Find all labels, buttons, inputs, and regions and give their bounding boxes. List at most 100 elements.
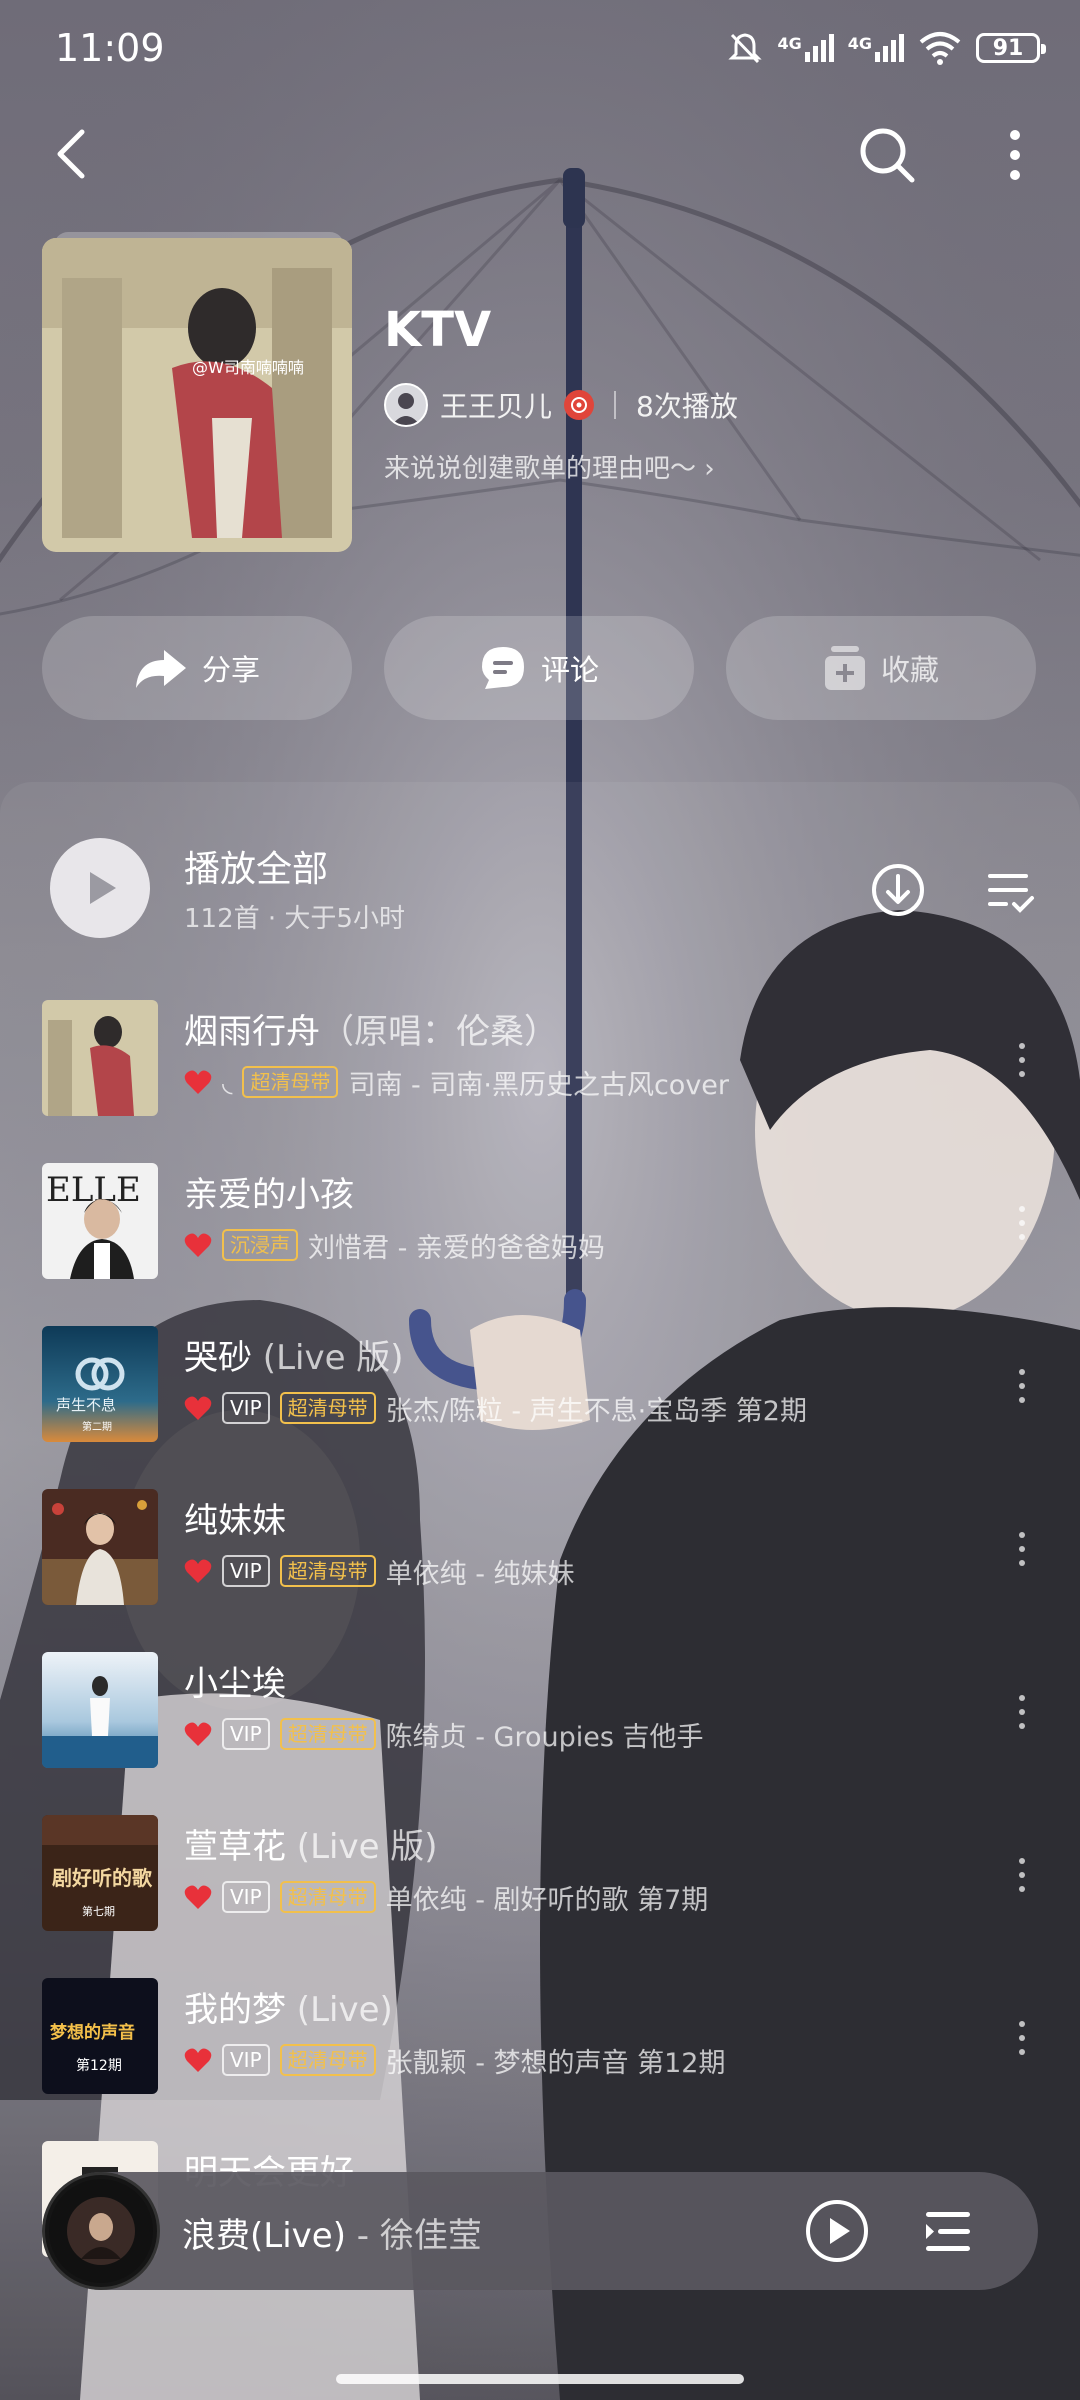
status-time: 11:09 bbox=[55, 26, 165, 70]
music-badge-icon bbox=[564, 390, 595, 420]
song-meta: VIP 超清母带 张靓颖 - 梦想的声音 第12期 bbox=[184, 2040, 726, 2080]
mini-play-icon[interactable] bbox=[804, 2198, 870, 2264]
mini-player[interactable]: 浪费(Live) - 徐佳莹 bbox=[42, 2172, 1038, 2290]
song-meta: 沉浸声 刘惜君 - 亲爱的爸爸妈妈 bbox=[184, 1225, 605, 1265]
now-playing-title: 浪费(Live) - 徐佳莹 bbox=[182, 2208, 482, 2257]
play-all-button[interactable] bbox=[50, 838, 150, 938]
song-version: (Live 版) bbox=[286, 1827, 438, 1867]
collect-label: 收藏 bbox=[880, 653, 939, 687]
song-row[interactable]: 声生不息 第二期 哭砂 (Live 版) VIP 超清母带 张杰/陈粒 - 声生不… bbox=[0, 1316, 1080, 1456]
song-artist-album: 张靓颖 - 梦想的声音 第12期 bbox=[385, 2047, 726, 2079]
battery-level: 91 bbox=[992, 35, 1024, 61]
song-more-icon[interactable] bbox=[1002, 1030, 1042, 1090]
vip-tag: VIP bbox=[222, 1392, 270, 1424]
thumb-text-shengsheng-ep: 第二期 bbox=[82, 1420, 112, 1433]
song-more-icon[interactable] bbox=[1002, 1682, 1042, 1742]
more-icon[interactable] bbox=[990, 120, 1040, 190]
song-meta: VIP 超清母带 张杰/陈粒 - 声生不息·宝岛季 第2期 bbox=[184, 1388, 807, 1428]
batch-manage-icon[interactable] bbox=[982, 862, 1038, 918]
song-artist-album: 单依纯 - 剧好听的歌 第7期 bbox=[385, 1884, 709, 1916]
song-artist-album: 张杰/陈粒 - 声生不息·宝岛季 第2期 bbox=[385, 1395, 807, 1427]
share-icon bbox=[135, 650, 186, 688]
now-playing-artist: - 徐佳莹 bbox=[345, 2216, 482, 2256]
song-name: 亲爱的小孩 bbox=[184, 1175, 354, 1215]
thumb-text-juhaoting-ep: 第七期 bbox=[82, 1904, 115, 1918]
vip-tag: VIP bbox=[222, 2044, 270, 2076]
status-bar: 11:09 4G 4G 91 bbox=[0, 0, 1080, 100]
song-meta: VIP 超清母带 陈绮贞 - Groupies 吉他手 bbox=[184, 1714, 704, 1754]
song-more-icon[interactable] bbox=[1002, 2008, 1042, 2068]
signal-icon-1: 4G bbox=[777, 34, 834, 62]
heart-icon[interactable] bbox=[184, 1721, 212, 1747]
vip-tag: VIP bbox=[222, 1881, 270, 1913]
playlist-description[interactable]: 来说说创建歌单的理由吧～ › bbox=[384, 448, 715, 485]
song-row[interactable]: ELLE 亲爱的小孩 沉浸声 刘惜君 - 亲爱的爸爸妈妈 bbox=[0, 1153, 1080, 1293]
creator-name[interactable]: 王王贝儿 bbox=[440, 385, 552, 425]
play-all-title[interactable]: 播放全部 bbox=[184, 840, 328, 892]
song-meta: ◟ 超清母带 司南 - 司南·黑历史之古风cover bbox=[184, 1062, 729, 1102]
song-thumbnail: 梦想的声音 第12期 bbox=[42, 1978, 158, 2094]
heart-icon[interactable] bbox=[184, 1558, 212, 1584]
song-name: 烟雨行舟 bbox=[184, 1012, 320, 1052]
heart-icon[interactable] bbox=[184, 1069, 212, 1095]
song-title: 亲爱的小孩 bbox=[184, 1167, 354, 1216]
tag-prefix: ◟ bbox=[222, 1066, 233, 1098]
now-playing-disc[interactable] bbox=[42, 2172, 160, 2290]
song-row[interactable]: 烟雨行舟（原唱：伦桑） ◟ 超清母带 司南 - 司南·黑历史之古风cover bbox=[0, 990, 1080, 1130]
playlist-cover[interactable]: @W司南喃喃喃 bbox=[42, 238, 352, 552]
song-more-icon[interactable] bbox=[1002, 1519, 1042, 1579]
play-all-subtitle: 112首 · 大于5小时 bbox=[184, 904, 405, 934]
playlist-title: KTV bbox=[384, 302, 492, 358]
home-indicator[interactable] bbox=[336, 2374, 744, 2384]
collect-button[interactable]: 收藏 bbox=[726, 616, 1036, 720]
song-title: 小尘埃 bbox=[184, 1656, 286, 1705]
song-thumbnail: 声生不息 第二期 bbox=[42, 1326, 158, 1442]
creator-row[interactable]: 王王贝儿 8次播放 bbox=[384, 380, 738, 430]
quality-tag: 沉浸声 bbox=[222, 1229, 298, 1261]
song-version: （原唱：伦桑） bbox=[320, 1012, 558, 1052]
song-name: 我的梦 bbox=[184, 1990, 286, 2030]
song-more-icon[interactable] bbox=[1002, 1356, 1042, 1416]
heart-icon[interactable] bbox=[184, 1395, 212, 1421]
thumb-text-juhaoting: 剧好听的歌 bbox=[52, 1866, 153, 1890]
share-label: 分享 bbox=[201, 653, 260, 687]
share-button[interactable]: 分享 bbox=[42, 616, 352, 720]
download-icon[interactable] bbox=[870, 862, 926, 918]
vip-tag: VIP bbox=[222, 1718, 270, 1750]
song-title: 萱草花 (Live 版) bbox=[184, 1819, 438, 1868]
quality-tag: 超清母带 bbox=[242, 1066, 339, 1098]
status-icons: 4G 4G 91 bbox=[727, 28, 1046, 68]
song-name: 哭砂 bbox=[184, 1338, 252, 1378]
heart-icon[interactable] bbox=[184, 1232, 212, 1258]
comment-button[interactable]: 评论 bbox=[384, 616, 694, 720]
creator-avatar[interactable] bbox=[384, 383, 428, 427]
heart-icon[interactable] bbox=[184, 2047, 212, 2073]
song-meta: VIP 超清母带 单依纯 - 剧好听的歌 第7期 bbox=[184, 1877, 708, 1917]
song-title: 我的梦 (Live) bbox=[184, 1982, 393, 2031]
song-row[interactable]: 小尘埃 VIP 超清母带 陈绮贞 - Groupies 吉他手 bbox=[0, 1642, 1080, 1782]
network-label-1: 4G bbox=[777, 34, 802, 53]
song-version: (Live 版) bbox=[252, 1338, 404, 1378]
song-title: 烟雨行舟（原唱：伦桑） bbox=[184, 1004, 558, 1053]
search-icon[interactable] bbox=[852, 120, 922, 190]
comment-label: 评论 bbox=[540, 653, 599, 687]
song-row[interactable]: 纯妹妹 VIP 超清母带 单依纯 - 纯妹妹 bbox=[0, 1479, 1080, 1619]
song-more-icon[interactable] bbox=[1002, 1193, 1042, 1253]
quality-tag: 超清母带 bbox=[279, 1718, 376, 1750]
wifi-icon bbox=[919, 32, 961, 65]
signal-icon-2: 4G bbox=[848, 34, 904, 62]
song-more-icon[interactable] bbox=[1002, 1845, 1042, 1905]
vip-tag: VIP bbox=[222, 1555, 270, 1587]
collect-icon bbox=[824, 646, 865, 690]
song-row[interactable]: 剧好听的歌第七期 萱草花 (Live 版) VIP 超清母带 单依纯 - 剧好听… bbox=[0, 1805, 1080, 1945]
song-thumbnail bbox=[42, 1489, 158, 1605]
song-meta: VIP 超清母带 单依纯 - 纯妹妹 bbox=[184, 1551, 575, 1591]
back-icon[interactable] bbox=[44, 124, 104, 184]
song-row[interactable]: 梦想的声音 第12期 我的梦 (Live) VIP 超清母带 张靓颖 - 梦想的声… bbox=[0, 1968, 1080, 2108]
heart-icon[interactable] bbox=[184, 1884, 212, 1910]
playlist-queue-icon[interactable] bbox=[918, 2202, 978, 2262]
thumb-text-mengxiang-ep: 第12期 bbox=[76, 2057, 122, 2074]
quality-tag: 超清母带 bbox=[279, 1555, 376, 1587]
song-artist-album: 刘惜君 - 亲爱的爸爸妈妈 bbox=[308, 1232, 605, 1264]
quality-tag: 超清母带 bbox=[279, 1392, 376, 1424]
